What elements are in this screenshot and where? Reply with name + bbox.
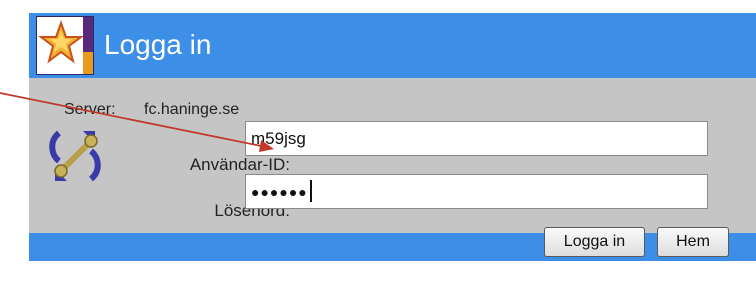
server-label: Server: <box>64 101 116 118</box>
text-caret <box>309 180 312 203</box>
logo-accent-bar <box>83 17 93 74</box>
title-bar: Logga in <box>29 13 756 78</box>
user-id-value: m59jsg <box>251 129 306 148</box>
key-icon <box>49 130 101 182</box>
dialog-title: Logga in <box>104 29 212 60</box>
user-id-label: Användar-ID: <box>189 155 290 174</box>
user-id-input[interactable]: m59jsg <box>245 121 708 156</box>
home-button[interactable]: Hem <box>657 227 729 257</box>
login-button[interactable]: Logga in <box>544 227 645 257</box>
password-input[interactable]: ●●●●●● <box>245 174 708 209</box>
star-logo-icon <box>36 16 94 75</box>
server-value: fc.haninge.se <box>144 101 240 118</box>
password-value: ●●●●●● <box>251 184 308 200</box>
